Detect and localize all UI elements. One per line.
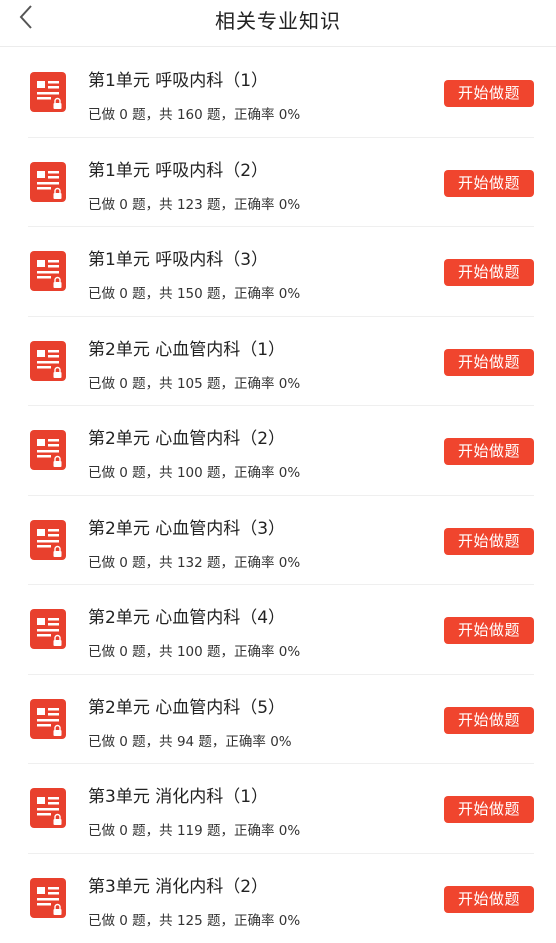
- unit-title: 第1单元 呼吸内科（3）: [88, 245, 268, 270]
- locked-document-icon: [30, 341, 66, 381]
- start-quiz-button[interactable]: 开始做题: [444, 886, 534, 913]
- unit-stats: 已做 0 题，共 100 题，正确率 0%: [88, 640, 300, 660]
- locked-document-icon: [30, 251, 66, 291]
- unit-stats: 已做 0 题，共 132 题，正确率 0%: [88, 551, 300, 571]
- locked-document-icon: [30, 520, 66, 560]
- unit-stats: 已做 0 题，共 123 题，正确率 0%: [88, 193, 300, 213]
- unit-stats: 已做 0 题，共 100 题，正确率 0%: [88, 461, 300, 481]
- unit-stats: 已做 0 题，共 94 题，正确率 0%: [88, 730, 292, 750]
- locked-document-icon: [30, 72, 66, 112]
- start-quiz-button[interactable]: 开始做题: [444, 528, 534, 555]
- list-item[interactable]: 第2单元 心血管内科（2） 已做 0 题，共 100 题，正确率 0% 开始做题: [28, 406, 534, 496]
- unit-title: 第3单元 消化内科（2）: [88, 872, 268, 897]
- locked-document-icon: [30, 162, 66, 202]
- locked-document-icon: [30, 430, 66, 470]
- header-bar: 相关专业知识: [0, 0, 556, 47]
- start-quiz-button[interactable]: 开始做题: [444, 170, 534, 197]
- list-item[interactable]: 第1单元 呼吸内科（3） 已做 0 题，共 150 题，正确率 0% 开始做题: [28, 227, 534, 317]
- list-item[interactable]: 第2单元 心血管内科（4） 已做 0 题，共 100 题，正确率 0% 开始做题: [28, 585, 534, 675]
- list-item[interactable]: 第2单元 心血管内科（1） 已做 0 题，共 105 题，正确率 0% 开始做题: [28, 317, 534, 407]
- locked-document-icon: [30, 788, 66, 828]
- locked-document-icon: [30, 609, 66, 649]
- page-title: 相关专业知识: [0, 5, 556, 34]
- list-item[interactable]: 第2单元 心血管内科（5） 已做 0 题，共 94 题，正确率 0% 开始做题: [28, 675, 534, 765]
- start-quiz-button[interactable]: 开始做题: [444, 80, 534, 107]
- unit-title: 第3单元 消化内科（1）: [88, 782, 268, 807]
- list-item[interactable]: 第3单元 消化内科（1） 已做 0 题，共 119 题，正确率 0% 开始做题: [28, 764, 534, 854]
- locked-document-icon: [30, 699, 66, 739]
- unit-title: 第2单元 心血管内科（4）: [88, 603, 285, 628]
- unit-title: 第2单元 心血管内科（3）: [88, 514, 285, 539]
- list-item[interactable]: 第3单元 消化内科（2） 已做 0 题，共 125 题，正确率 0% 开始做题: [28, 854, 534, 943]
- unit-stats: 已做 0 题，共 160 题，正确率 0%: [88, 103, 300, 123]
- list-item[interactable]: 第2单元 心血管内科（3） 已做 0 题，共 132 题，正确率 0% 开始做题: [28, 496, 534, 586]
- start-quiz-button[interactable]: 开始做题: [444, 617, 534, 644]
- unit-stats: 已做 0 题，共 119 题，正确率 0%: [88, 819, 300, 839]
- unit-stats: 已做 0 题，共 105 题，正确率 0%: [88, 372, 300, 392]
- unit-list: 第1单元 呼吸内科（1） 已做 0 题，共 160 题，正确率 0% 开始做题 …: [0, 48, 556, 943]
- unit-title: 第2单元 心血管内科（1）: [88, 335, 285, 360]
- unit-stats: 已做 0 题，共 150 题，正确率 0%: [88, 282, 300, 302]
- start-quiz-button[interactable]: 开始做题: [444, 438, 534, 465]
- list-item[interactable]: 第1单元 呼吸内科（2） 已做 0 题，共 123 题，正确率 0% 开始做题: [28, 138, 534, 228]
- start-quiz-button[interactable]: 开始做题: [444, 707, 534, 734]
- unit-title: 第1单元 呼吸内科（2）: [88, 156, 268, 181]
- locked-document-icon: [30, 878, 66, 918]
- start-quiz-button[interactable]: 开始做题: [444, 349, 534, 376]
- start-quiz-button[interactable]: 开始做题: [444, 259, 534, 286]
- unit-title: 第1单元 呼吸内科（1）: [88, 66, 268, 91]
- list-item[interactable]: 第1单元 呼吸内科（1） 已做 0 题，共 160 题，正确率 0% 开始做题: [28, 48, 534, 138]
- unit-title: 第2单元 心血管内科（2）: [88, 424, 285, 449]
- unit-title: 第2单元 心血管内科（5）: [88, 693, 285, 718]
- start-quiz-button[interactable]: 开始做题: [444, 796, 534, 823]
